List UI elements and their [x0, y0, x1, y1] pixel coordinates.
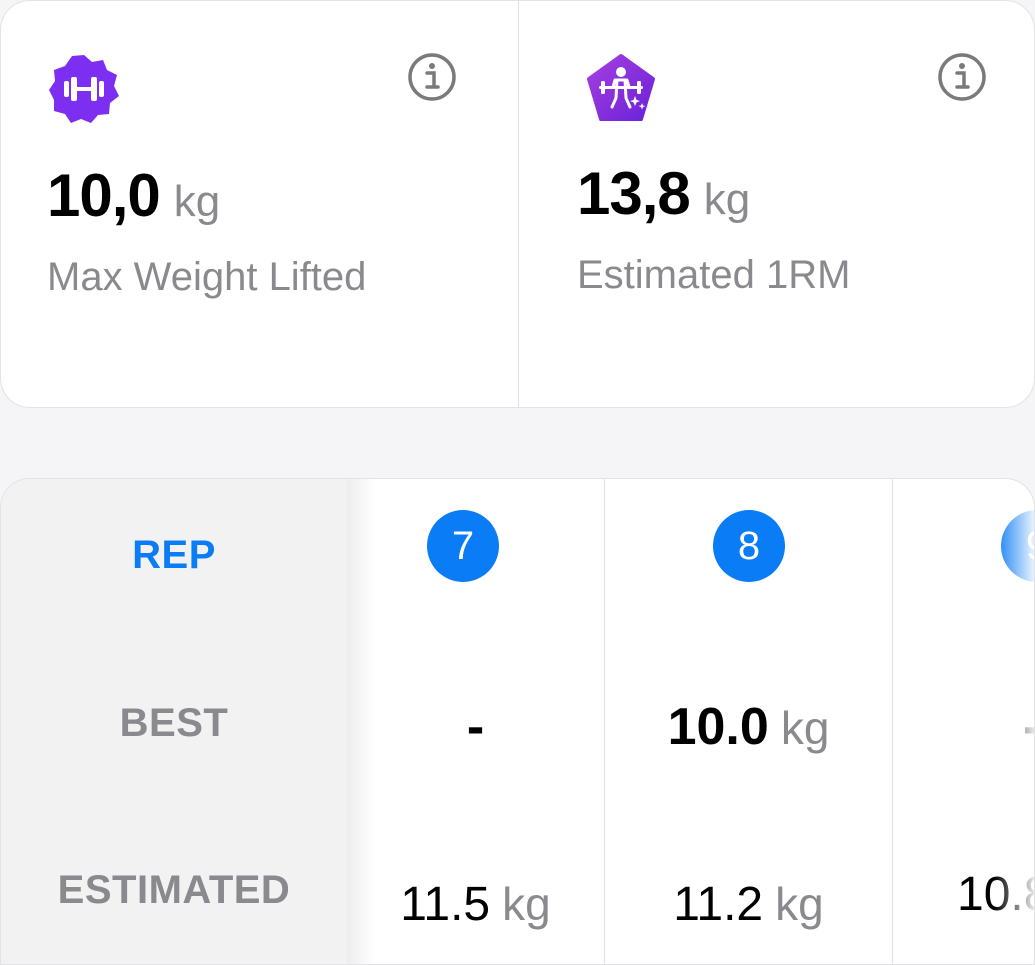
- best-row-label: BEST: [119, 701, 229, 745]
- estimated-1rm-stat: 13,8 kg Estimated 1RM: [519, 1, 1034, 407]
- estimated-1rm-label: Estimated 1RM: [577, 253, 851, 297]
- rep-row-label: REP: [132, 533, 216, 577]
- rep-number-badge: 7: [427, 510, 499, 582]
- max-weight-unit: kg: [173, 177, 221, 226]
- max-weight-value: 10,0: [47, 162, 161, 229]
- max-weight-label: Max Weight Lifted: [47, 255, 367, 299]
- best-cell: -: [347, 697, 604, 757]
- max-weight-stat: 10,0 kg Max Weight Lifted: [1, 1, 519, 407]
- rep-table[interactable]: REP BEST ESTIMATED 7 - 11.5 kg 8 10.0 kg 1…: [0, 478, 1035, 965]
- stats-card: 10,0 kg Max Weight Lifted 13,8 kg Estima…: [0, 0, 1035, 408]
- estimated-value: 11.5: [400, 878, 491, 931]
- info-icon[interactable]: [407, 52, 457, 102]
- estimated-cell: 11.5 kg: [347, 877, 604, 932]
- estimated-1rm-value-row: 13,8 kg: [577, 159, 750, 228]
- estimated-unit: kg: [775, 878, 824, 930]
- estimated-1rm-unit: kg: [703, 175, 751, 224]
- dumbbell-badge-icon: [48, 53, 120, 125]
- best-value: -: [466, 698, 485, 756]
- row-header-column: REP BEST ESTIMATED: [1, 479, 375, 964]
- weightlifter-badge-icon: [585, 53, 657, 125]
- rep-column-8[interactable]: 8 10.0 kg 11.2 kg: [605, 479, 893, 964]
- rep-column-7[interactable]: 7 - 11.5 kg: [347, 479, 605, 964]
- best-cell: 10.0 kg: [605, 697, 892, 757]
- best-value: 10.0: [667, 698, 769, 756]
- estimated-row-label: ESTIMATED: [57, 868, 291, 912]
- scroll-fade-overlay: [994, 479, 1034, 964]
- estimated-unit: kg: [502, 878, 551, 930]
- info-icon[interactable]: [937, 52, 987, 102]
- best-unit: kg: [780, 702, 830, 754]
- max-weight-value-row: 10,0 kg: [47, 161, 220, 230]
- estimated-1rm-value: 13,8: [577, 160, 691, 227]
- estimated-value: 11.2: [673, 878, 764, 931]
- estimated-cell: 11.2 kg: [605, 877, 892, 932]
- rep-number-badge: 8: [713, 510, 785, 582]
